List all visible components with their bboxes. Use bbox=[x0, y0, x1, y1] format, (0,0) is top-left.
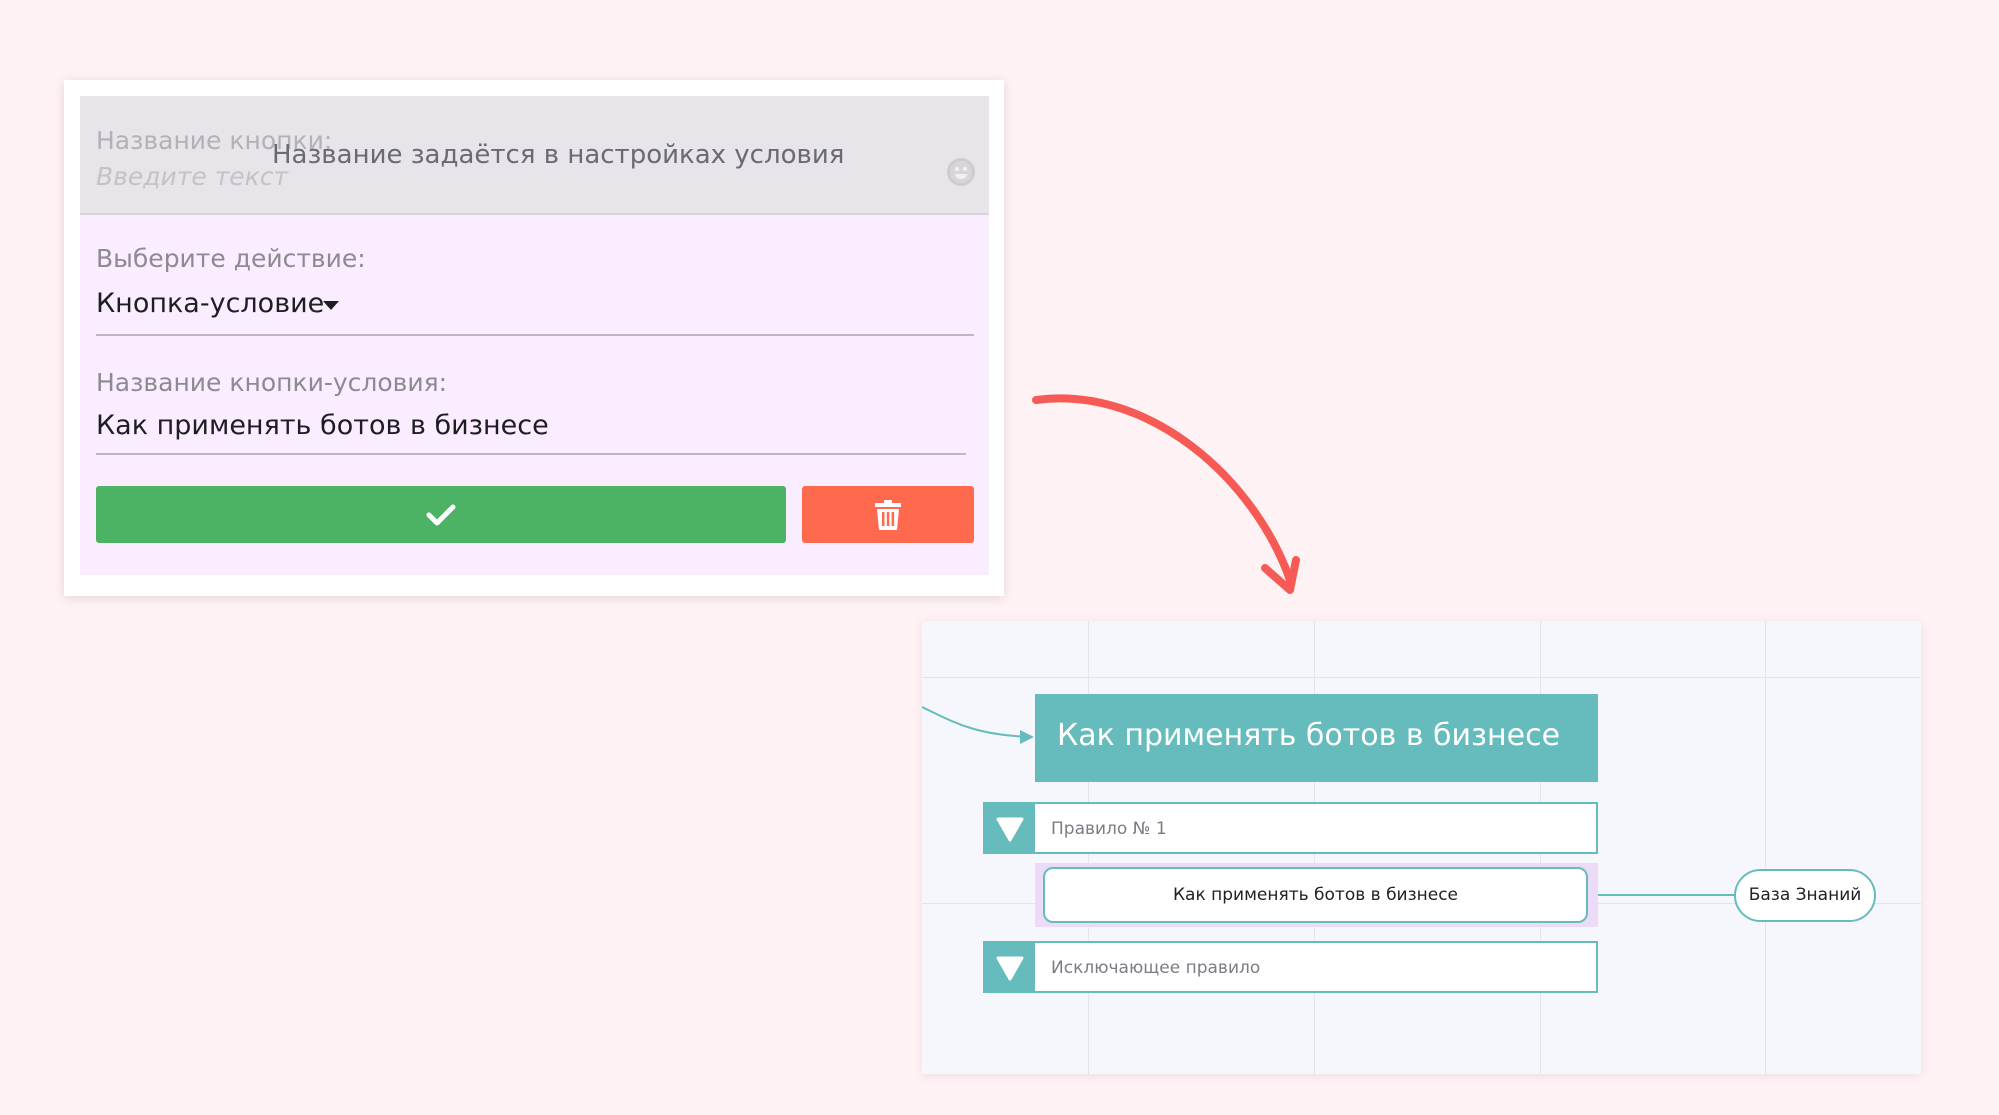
rule-label: Правило № 1 bbox=[1051, 819, 1167, 839]
button-name-field-disabled: Название кнопки: Введите текст Название … bbox=[80, 96, 989, 215]
button-name-placeholder: Введите текст bbox=[96, 162, 289, 191]
button-settings-card: Название кнопки: Введите текст Название … bbox=[64, 80, 1004, 596]
action-label: Выберите действие: bbox=[96, 244, 366, 273]
button-settings-form: Название кнопки: Введите текст Название … bbox=[80, 96, 989, 575]
trash-icon bbox=[875, 499, 901, 530]
condition-name-label: Название кнопки-условия: bbox=[96, 368, 448, 397]
condition-name-input[interactable]: Как применять ботов в бизнесе bbox=[96, 410, 549, 441]
chevron-down-icon[interactable] bbox=[323, 301, 339, 310]
disabled-hint-text: Название задаётся в настройках условия bbox=[272, 140, 845, 170]
filter-icon bbox=[985, 943, 1035, 991]
flow-block-title: Как применять ботов в бизнесе bbox=[1057, 718, 1561, 753]
filter-icon bbox=[985, 804, 1035, 852]
confirm-button[interactable] bbox=[96, 486, 786, 543]
linked-block-knowledge-base[interactable]: База Знаний bbox=[1734, 869, 1876, 922]
action-select[interactable]: Кнопка-условие bbox=[96, 288, 324, 319]
delete-button[interactable] bbox=[802, 486, 974, 543]
action-select-underline bbox=[96, 334, 974, 336]
rule-label: Исключающее правило bbox=[1051, 958, 1261, 978]
flow-canvas: Как применять ботов в бизнесе Правило № … bbox=[922, 621, 1921, 1074]
condition-name-underline bbox=[96, 453, 966, 455]
condition-button[interactable]: Как применять ботов в бизнесе bbox=[1043, 867, 1588, 923]
rule-row[interactable]: Правило № 1 bbox=[983, 802, 1598, 854]
check-icon bbox=[426, 504, 456, 525]
emoji-icon bbox=[947, 158, 975, 186]
rule-row[interactable]: Исключающее правило bbox=[983, 941, 1598, 993]
flow-block[interactable]: Как применять ботов в бизнесе bbox=[1035, 694, 1598, 782]
